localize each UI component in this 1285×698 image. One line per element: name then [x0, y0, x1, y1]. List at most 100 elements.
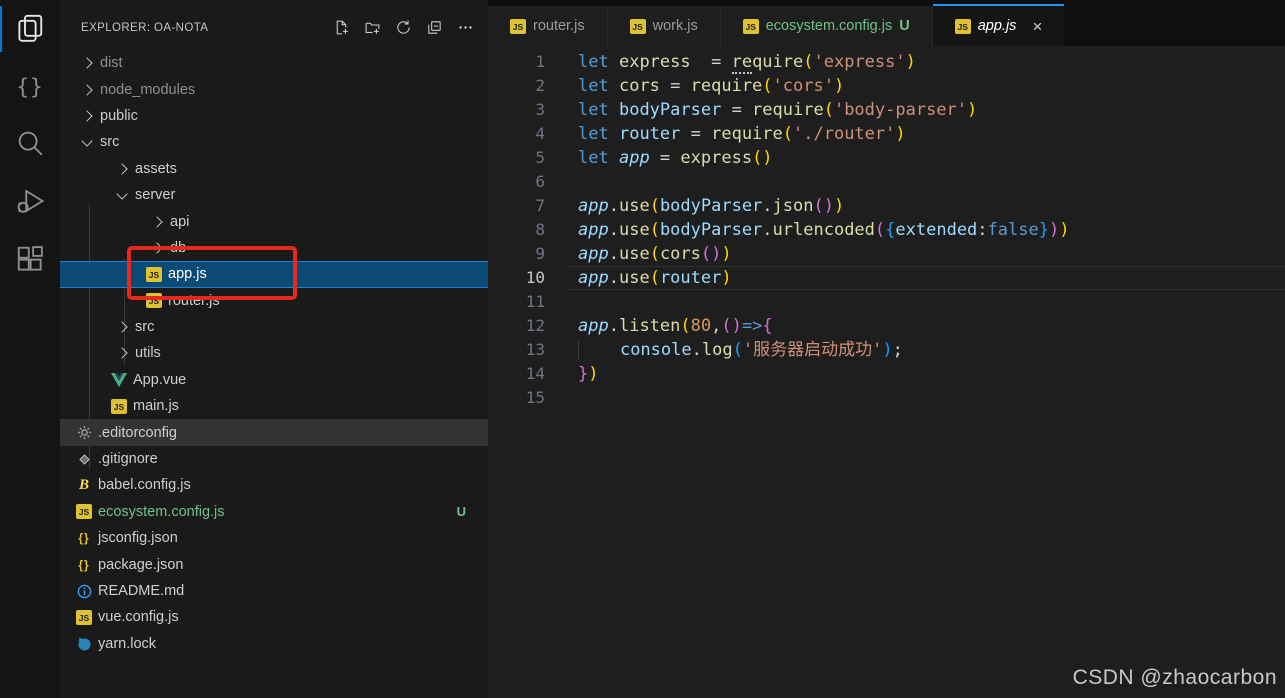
tree-item-dist[interactable]: dist [60, 50, 488, 76]
code-line-11[interactable]: 11 [488, 290, 1285, 314]
code-token: false [988, 220, 1039, 240]
tree-item-app-vue[interactable]: App.vue [60, 367, 488, 393]
braces-icon: {} [16, 75, 43, 99]
code-token: 'cors' [773, 76, 834, 96]
code-token: = [721, 100, 752, 120]
line-number[interactable]: 13 [488, 338, 545, 362]
tab-router-js[interactable]: JSrouter.js [488, 6, 608, 46]
line-number[interactable]: 15 [488, 386, 545, 410]
tree-item-src[interactable]: src [60, 129, 488, 155]
line-number[interactable]: 12 [488, 314, 545, 338]
code-line-13[interactable]: 13 console.log('服务器启动成功'); [488, 338, 1285, 362]
activity-extensions[interactable] [0, 232, 60, 290]
tree-item-gitignore[interactable]: .gitignore [60, 446, 488, 472]
tree-item-router-js[interactable]: JSrouter.js [60, 288, 488, 314]
code-line-6[interactable]: 6 [488, 170, 1285, 194]
line-number[interactable]: 2 [488, 74, 545, 98]
line-number[interactable]: 9 [488, 242, 545, 266]
code-line-4[interactable]: 4let router = require('./router') [488, 122, 1285, 146]
code-editor[interactable]: 1let express = require('express')2 let co… [488, 46, 1285, 698]
tree-item-app-js[interactable]: JSapp.js [60, 261, 488, 287]
code-line-content: app.use(bodyParser.urlencoded({extended:… [567, 218, 1285, 242]
code-line-5[interactable]: 5let app = express() [488, 146, 1285, 170]
line-number[interactable]: 14 [488, 362, 545, 386]
tree-item-api[interactable]: api [60, 208, 488, 234]
line-number[interactable]: 6 [488, 170, 545, 194]
collapse-folders-button[interactable] [425, 18, 443, 36]
code-token: . [609, 316, 619, 336]
tab-ecosystem-config-js[interactable]: JSecosystem.config.jsU [721, 6, 933, 46]
activity-search[interactable] [0, 116, 60, 174]
code-token: ) [834, 196, 844, 216]
line-number[interactable]: 7 [488, 194, 545, 218]
code-line-8[interactable]: 8 app.use(bodyParser.urlencoded({extended… [488, 218, 1285, 242]
gear-file-icon [76, 425, 92, 441]
code-token: . [762, 220, 772, 240]
code-token: { [885, 220, 895, 240]
tree-item-package-json[interactable]: {}package.json [60, 551, 488, 577]
close-icon[interactable]: × [1032, 18, 1042, 35]
tree-item-main-js[interactable]: JSmain.js [60, 393, 488, 419]
code-line-10[interactable]: 10app.use(router) [488, 266, 1285, 290]
js-file-icon: JS [630, 18, 646, 34]
vscode-window: {} EXPLORER: OA-NOTA distnode_modulespub… [0, 0, 1285, 698]
code-token: router [660, 268, 721, 288]
line-number[interactable]: 11 [488, 290, 545, 314]
line-number[interactable]: 1 [488, 50, 545, 74]
tree-item-editorconfig[interactable]: .editorconfig [60, 419, 488, 445]
code-line-3[interactable]: 3let bodyParser = require('body-parser') [488, 98, 1285, 122]
tab-app-js[interactable]: JSapp.js× [933, 4, 1065, 46]
line-number[interactable]: 4 [488, 122, 545, 146]
tree-item-public[interactable]: public [60, 103, 488, 129]
tree-item-label: dist [100, 55, 123, 71]
code-line-15[interactable]: 15 [488, 386, 1285, 410]
js-file-icon: JS [76, 504, 92, 520]
tree-item-label: utils [135, 345, 161, 361]
tab-work-js[interactable]: JSwork.js [608, 6, 721, 46]
tree-item-label: server [135, 187, 175, 203]
code-token [609, 100, 619, 120]
code-line-2[interactable]: 2 let cors = require('cors') [488, 74, 1285, 98]
code-token [609, 76, 619, 96]
tree-item-server[interactable]: server [60, 182, 488, 208]
code-token: ( [650, 196, 660, 216]
tree-item-db[interactable]: db [60, 235, 488, 261]
line-number[interactable]: 8 [488, 218, 545, 242]
activity-braces[interactable]: {} [0, 58, 60, 116]
line-number[interactable]: 3 [488, 98, 545, 122]
refresh-button[interactable] [394, 18, 412, 36]
vue-file-icon [111, 372, 127, 388]
new-file-button[interactable] [332, 18, 350, 36]
tree-item-src[interactable]: src [60, 314, 488, 340]
tree-item-ecosystem-config-js[interactable]: JSecosystem.config.jsU [60, 499, 488, 525]
line-number[interactable]: 5 [488, 146, 545, 170]
tree-item-readme-md[interactable]: README.md [60, 578, 488, 604]
code-line-14[interactable]: 14}) [488, 362, 1285, 386]
tree-item-node-modules[interactable]: node_modules [60, 76, 488, 102]
code-token: . [692, 340, 702, 360]
tree-item-vue-config-js[interactable]: JSvue.config.js [60, 604, 488, 630]
code-line-12[interactable]: 12app.listen(80,()=>{ [488, 314, 1285, 338]
code-token: ( [650, 268, 660, 288]
code-line-1[interactable]: 1let express = require('express') [488, 50, 1285, 74]
json-file-icon: {} [76, 530, 92, 546]
code-token: app [578, 268, 609, 288]
more-actions-button[interactable] [456, 18, 474, 36]
tree-item-utils[interactable]: utils [60, 340, 488, 366]
js-file-icon: JS [146, 266, 162, 282]
code-token: ( [762, 76, 772, 96]
code-line-content: console.log('服务器启动成功'); [567, 338, 1285, 362]
tree-item-babel-config-js[interactable]: Bbabel.config.js [60, 472, 488, 498]
line-number[interactable]: 10 [488, 266, 545, 290]
code-line-9[interactable]: 9app.use(cors()) [488, 242, 1285, 266]
tree-item-label: README.md [98, 583, 184, 599]
code-line-7[interactable]: 7app.use(bodyParser.json()) [488, 194, 1285, 218]
new-folder-button[interactable] [363, 18, 381, 36]
activity-explorer[interactable] [0, 0, 60, 58]
tree-item-assets[interactable]: assets [60, 156, 488, 182]
code-line-content: let cors = require('cors') [567, 74, 1285, 98]
activity-run-debug[interactable] [0, 174, 60, 232]
tree-item-yarn-lock[interactable]: yarn.lock [60, 631, 488, 657]
tree-item-jsconfig-json[interactable]: {}jsconfig.json [60, 525, 488, 551]
code-token: . [762, 196, 772, 216]
